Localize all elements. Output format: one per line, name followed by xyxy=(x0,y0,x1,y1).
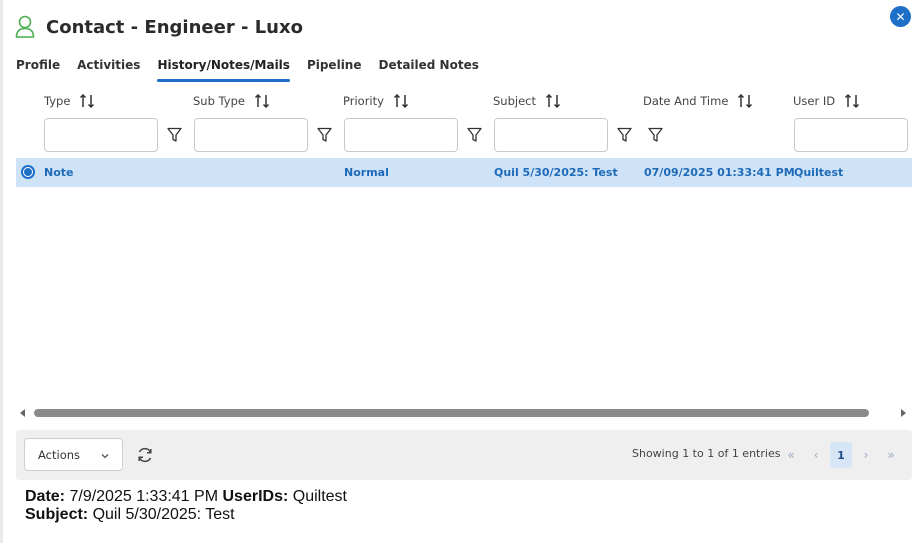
tab-pipeline[interactable]: Pipeline xyxy=(307,58,362,82)
sort-icon[interactable] xyxy=(737,93,753,109)
detail-line-1: Date: 7/9/2025 1:33:41 PM UserIDs: Quilt… xyxy=(25,488,347,506)
previous-page-button[interactable]: ‹ xyxy=(805,443,827,467)
filter-icon[interactable] xyxy=(616,126,632,144)
horizontal-scrollbar[interactable] xyxy=(16,405,912,421)
subject-label: Subject: xyxy=(25,506,89,523)
filter-row xyxy=(16,116,912,156)
grid-footer: Actions Showing 1 to 1 of 1 entries « ‹ … xyxy=(16,430,912,480)
sub-type-filter-input[interactable] xyxy=(194,118,308,152)
column-header-label: Subject xyxy=(493,94,536,108)
user-id-filter-input[interactable] xyxy=(794,118,908,152)
column-header-user-id[interactable]: User ID xyxy=(793,88,860,114)
filter-icon[interactable] xyxy=(466,126,482,144)
refresh-icon[interactable] xyxy=(136,446,154,464)
date-value: 7/9/2025 1:33:41 PM xyxy=(69,488,219,505)
column-header-label: User ID xyxy=(793,94,836,108)
page-title: Contact - Engineer - Luxo xyxy=(46,16,303,38)
sort-icon[interactable] xyxy=(393,93,409,109)
cell-date-time: 07/09/2025 01:33:41 PM xyxy=(644,166,795,179)
left-edge-divider xyxy=(0,0,3,543)
first-page-button[interactable]: « xyxy=(780,443,802,467)
column-header-label: Date And Time xyxy=(643,94,729,108)
close-button[interactable]: ✕ xyxy=(890,6,911,27)
column-header-label: Priority xyxy=(343,94,384,108)
column-header-type[interactable]: Type xyxy=(44,88,95,114)
row-select-radio[interactable] xyxy=(21,165,35,179)
page-header: Contact - Engineer - Luxo xyxy=(14,12,303,42)
column-header-label: Sub Type xyxy=(193,94,245,108)
date-filter-icon[interactable] xyxy=(647,126,663,144)
detail-line-2: Subject: Quil 5/30/2025: Test xyxy=(25,506,347,524)
tab-profile[interactable]: Profile xyxy=(16,58,60,82)
next-page-button[interactable]: › xyxy=(855,443,877,467)
tab-history-notes-mails[interactable]: History/Notes/Mails xyxy=(157,58,290,82)
cell-user-id: Quiltest xyxy=(794,166,844,179)
record-detail: Date: 7/9/2025 1:33:41 PM UserIDs: Quilt… xyxy=(25,488,347,524)
actions-label: Actions xyxy=(38,447,81,462)
last-page-button[interactable]: » xyxy=(880,443,902,467)
column-header-sub-type[interactable]: Sub Type xyxy=(193,88,270,114)
cell-type: Note xyxy=(44,166,74,179)
user-icon xyxy=(14,14,36,40)
column-header-priority[interactable]: Priority xyxy=(343,88,409,114)
tab-activities[interactable]: Activities xyxy=(77,58,140,82)
radio-selected-dot xyxy=(24,168,32,176)
userids-label: UserIDs: xyxy=(222,488,289,505)
filter-icon[interactable] xyxy=(316,126,332,144)
sort-icon[interactable] xyxy=(79,93,95,109)
userids-value: Quiltest xyxy=(292,488,347,505)
chevron-down-icon xyxy=(100,450,110,464)
type-filter-input[interactable] xyxy=(44,118,158,152)
actions-dropdown[interactable]: Actions xyxy=(24,438,123,471)
subject-filter-input[interactable] xyxy=(494,118,608,152)
column-header-label: Type xyxy=(44,94,71,108)
sort-icon[interactable] xyxy=(254,93,270,109)
pagination-summary: Showing 1 to 1 of 1 entries xyxy=(632,447,781,460)
date-label: Date: xyxy=(25,488,66,505)
subject-value: Quil 5/30/2025: Test xyxy=(92,506,235,523)
close-icon: ✕ xyxy=(895,9,906,24)
filter-icon[interactable] xyxy=(166,126,182,144)
scrollbar-thumb[interactable] xyxy=(34,409,869,417)
table-row[interactable]: Note Normal Quil 5/30/2025: Test 07/09/2… xyxy=(16,158,912,187)
scroll-right-arrow-icon[interactable] xyxy=(901,409,906,417)
column-header-date-and-time[interactable]: Date And Time xyxy=(643,88,753,114)
sort-icon[interactable] xyxy=(844,93,860,109)
grid-header: Type Sub Type Priority Subject Date And … xyxy=(16,88,912,114)
tab-bar: Profile Activities History/Notes/Mails P… xyxy=(16,58,496,82)
tab-detailed-notes[interactable]: Detailed Notes xyxy=(378,58,478,82)
current-page-button[interactable]: 1 xyxy=(830,442,852,468)
cell-subject: Quil 5/30/2025: Test xyxy=(494,166,618,179)
cell-priority: Normal xyxy=(344,166,389,179)
sort-icon[interactable] xyxy=(545,93,561,109)
priority-filter-input[interactable] xyxy=(344,118,458,152)
column-header-subject[interactable]: Subject xyxy=(493,88,561,114)
scroll-left-arrow-icon[interactable] xyxy=(20,409,25,417)
